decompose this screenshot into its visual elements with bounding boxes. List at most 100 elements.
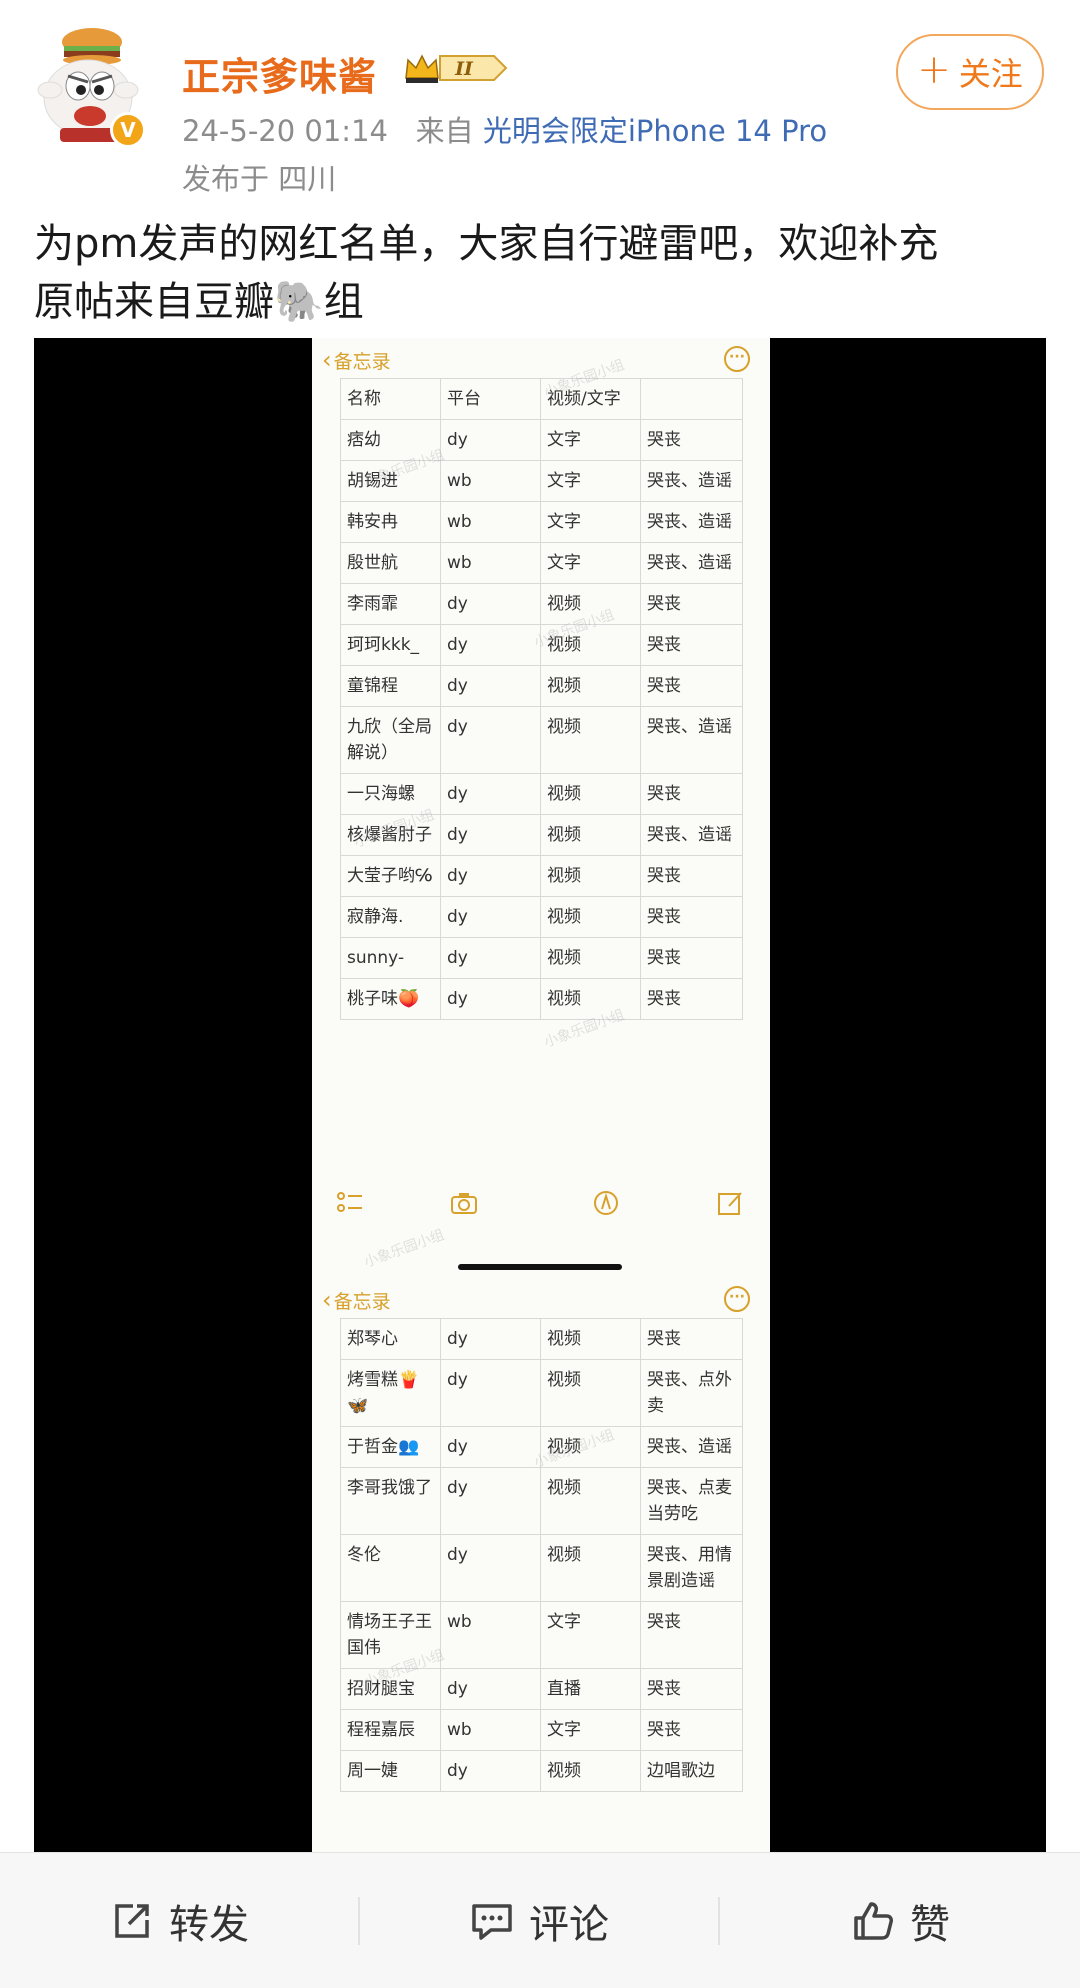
table-cell: 哭丧 xyxy=(640,665,743,707)
table-cell: 哭丧、造谣 xyxy=(640,1426,743,1468)
table-row: 桃子味🍑 dy 视频 哭丧 xyxy=(340,978,743,1020)
table-cell: wb xyxy=(440,1601,541,1669)
table-cell: 哭丧、造谣 xyxy=(640,460,743,502)
like-label: 赞 xyxy=(910,1902,950,1948)
chevron-left-icon: ‹ xyxy=(322,1286,332,1314)
vip-level-badge: II xyxy=(402,50,510,86)
table-cell: 胡锡进 xyxy=(340,460,441,502)
table-row: 于哲金👥 dy 视频 哭丧、造谣 xyxy=(340,1426,743,1468)
post-header: V 正宗爹味酱 II 24-5-20 01:14 来自 光明会限定iPhone … xyxy=(0,0,1080,205)
table-cell: dy xyxy=(440,855,541,897)
table-cell: 哭丧 xyxy=(640,624,743,666)
table-row: 珂珂kkk_ dy 视频 哭丧 xyxy=(340,624,743,666)
table-cell: dy xyxy=(440,814,541,856)
like-button[interactable]: 赞 xyxy=(720,1853,1080,1988)
table-cell: wb xyxy=(440,501,541,543)
table-cell: dy xyxy=(440,1426,541,1468)
table-cell: 情场王子王国伟 xyxy=(340,1601,441,1669)
table-cell: 哭丧、造谣 xyxy=(640,706,743,774)
table-cell: 哭丧、点麦当劳吃 xyxy=(640,1467,743,1535)
table-cell: dy xyxy=(440,1359,541,1427)
username[interactable]: 正宗爹味酱 xyxy=(182,46,377,101)
table-cell: 视频 xyxy=(540,624,641,666)
plus-icon: + xyxy=(917,47,951,93)
share-out-icon xyxy=(115,1904,149,1938)
table-cell: 直播 xyxy=(540,1668,641,1710)
post-meta: 24-5-20 01:14 来自 光明会限定iPhone 14 Pro xyxy=(182,108,827,150)
table-cell: 一只海螺 xyxy=(340,773,441,815)
notes-back-button: ‹ 备忘录 xyxy=(322,346,391,374)
repost-button[interactable]: 转发 xyxy=(0,1853,358,1988)
table-cell: 烤雪糕🍟🦋 xyxy=(340,1359,441,1427)
table-cell: 视频 xyxy=(540,814,641,856)
table-cell: dy xyxy=(440,1750,541,1792)
table-cell: 视频 xyxy=(540,1534,641,1602)
table-cell: dy xyxy=(440,1318,541,1360)
notes-toolbar xyxy=(312,1188,770,1248)
table-row: 情场王子王国伟 wb 文字 哭丧 xyxy=(340,1601,743,1669)
table-cell: 哭丧 xyxy=(640,1318,743,1360)
table-cell: 文字 xyxy=(540,542,641,584)
follow-button[interactable]: + 关注 xyxy=(896,34,1044,110)
table-cell: 寂静海. xyxy=(340,896,441,938)
post-text: 为pm发声的网红名单，大家自行避雷吧，欢迎补充 原帖来自豆瓣🐘组 xyxy=(34,215,1044,331)
table-cell: 哭丧、造谣 xyxy=(640,814,743,856)
table-cell: 李哥我饿了 xyxy=(340,1467,441,1535)
table-row: 冬伦 dy 视频 哭丧、用情景剧造谣 xyxy=(340,1534,743,1602)
table-cell: 郑琴心 xyxy=(340,1318,441,1360)
table-cell: 哭丧 xyxy=(640,773,743,815)
table-cell: dy xyxy=(440,896,541,938)
table-cell: 视频 xyxy=(540,583,641,625)
table-cell: 哭丧、点外卖 xyxy=(640,1359,743,1427)
table-cell: 视频 xyxy=(540,1467,641,1535)
table-row: 韩安冉 wb 文字 哭丧、造谣 xyxy=(340,501,743,543)
table-cell: 程程嘉辰 xyxy=(340,1709,441,1751)
table-cell: dy xyxy=(440,1534,541,1602)
chevron-left-icon: ‹ xyxy=(322,346,332,374)
table-cell: 哭丧 xyxy=(640,937,743,979)
table-row: 李雨霏 dy 视频 哭丧 xyxy=(340,583,743,625)
table-cell: 哭丧 xyxy=(640,583,743,625)
post-timestamp: 24-5-20 01:14 xyxy=(182,114,388,148)
table-row: 痞幼 dy 文字 哭丧 xyxy=(340,419,743,461)
thumbs-up-icon xyxy=(854,1902,893,1940)
table-cell: 文字 xyxy=(540,1601,641,1669)
table-cell: 边唱歌边 xyxy=(640,1750,743,1792)
table-cell: 核爆酱肘子 xyxy=(340,814,441,856)
table-cell: 哭丧 xyxy=(640,1709,743,1751)
table-cell: sunny- xyxy=(340,937,441,979)
table-cell: 视频 xyxy=(540,665,641,707)
comment-bubble-icon xyxy=(472,1904,512,1940)
table-cell: 痞幼 xyxy=(340,419,441,461)
table-cell: 大莹子哟℅ xyxy=(340,855,441,897)
repost-label: 转发 xyxy=(169,1902,249,1948)
post-image[interactable]: ‹ 备忘录 ··· 名称 平台 视频/文字 痞幼 dy 文字 哭丧 胡锡进 wb 文字 哭丧、造谣 韩安… xyxy=(34,338,1046,1852)
table-row: 郑琴心 dy 视频 哭丧 xyxy=(340,1318,743,1360)
table-cell: 视频 xyxy=(540,937,641,979)
verified-badge: V xyxy=(110,112,146,148)
table-cell: 哭丧 xyxy=(640,1601,743,1669)
table-cell: wb xyxy=(440,460,541,502)
table-cell: 视频 xyxy=(540,978,641,1020)
notes-nav-bar-2: ‹ 备忘录 ··· xyxy=(312,1278,770,1318)
table-cell: wb xyxy=(440,1709,541,1751)
comment-button[interactable]: 评论 xyxy=(360,1853,718,1988)
table-row: 寂静海. dy 视频 哭丧 xyxy=(340,896,743,938)
table-cell: 视频 xyxy=(540,896,641,938)
table-cell: dy xyxy=(440,419,541,461)
table-cell: dy xyxy=(440,937,541,979)
table-cell: dy xyxy=(440,583,541,625)
device-link[interactable]: 光明会限定iPhone 14 Pro xyxy=(483,114,827,148)
table-cell: dy xyxy=(440,773,541,815)
action-bar: 转发 评论 赞 xyxy=(0,1852,1080,1988)
table-row: 核爆酱肘子 dy 视频 哭丧、造谣 xyxy=(340,814,743,856)
table-cell: 视频 xyxy=(540,773,641,815)
table-cell: 韩安冉 xyxy=(340,501,441,543)
table-cell: 李雨霏 xyxy=(340,583,441,625)
table-cell: 哭丧 xyxy=(640,1668,743,1710)
compose-icon xyxy=(710,1188,750,1228)
table-cell: wb xyxy=(440,542,541,584)
table-cell: 文字 xyxy=(540,501,641,543)
table-cell: 周一婕 xyxy=(340,1750,441,1792)
table-cell: 殷世航 xyxy=(340,542,441,584)
